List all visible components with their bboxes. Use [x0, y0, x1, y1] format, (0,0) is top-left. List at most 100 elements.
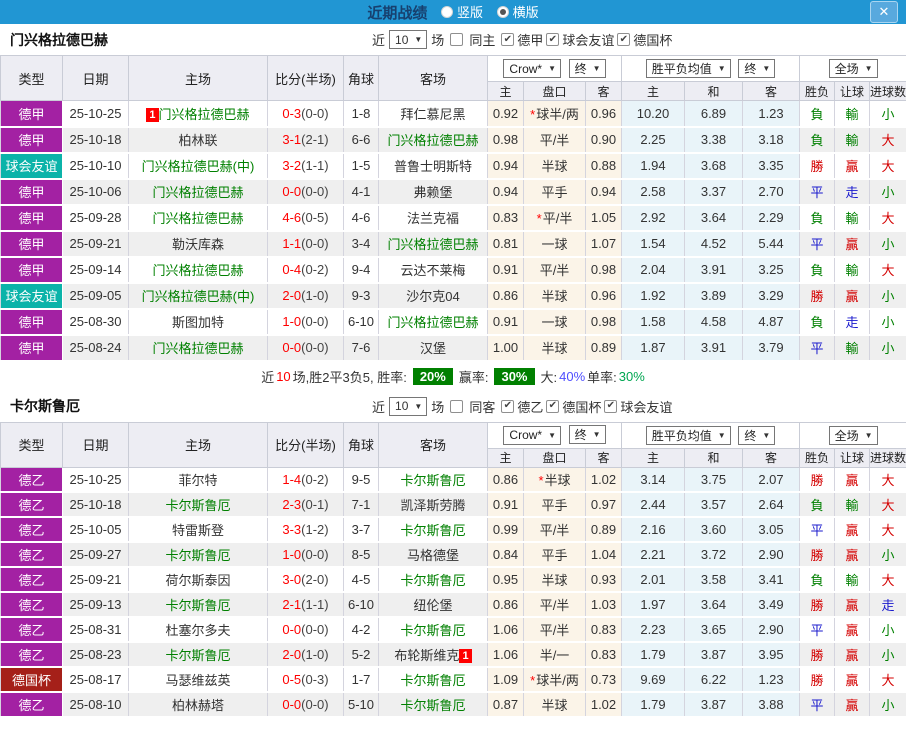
team-label: 法兰克福 [407, 211, 459, 226]
layout-radio-horizontal[interactable]: 横版 [497, 2, 539, 21]
odds-source-select[interactable]: Crow*▼ [503, 59, 561, 78]
away-team: 纽伦堡 [379, 592, 488, 617]
team-label: 普鲁士明斯特 [394, 159, 472, 174]
away-team: 凯泽斯劳腾 [379, 492, 488, 517]
handicap: 半球 [524, 335, 586, 361]
avg-win: 2.21 [622, 542, 685, 567]
odds-time-select[interactable]: 终▼ [569, 59, 606, 78]
competition-badge: 球会友谊 [1, 153, 63, 179]
fulltime-score: 0-3 [282, 106, 301, 121]
same-venue-checkbox[interactable] [450, 33, 463, 46]
handicap: *球半/两 [524, 667, 586, 692]
league-checkbox-2[interactable] [604, 400, 617, 413]
home-team: 柏林联 [129, 127, 268, 153]
corners: 7-1 [344, 492, 379, 517]
team-label: 布轮斯维克 [394, 648, 459, 663]
match-row: 德甲25-08-30斯图加特1-0(0-0)6-10门兴格拉德巴赫0.91一球0… [1, 309, 906, 335]
home-team: 卡尔斯鲁厄 [129, 542, 268, 567]
close-button[interactable]: ✕ [870, 1, 898, 23]
away-team: 卡尔斯鲁厄 [379, 467, 488, 492]
titlebar-center: 近期战绩 竖版 横版 [367, 2, 538, 23]
section-header: 门兴格拉德巴赫 近 10 ▼ 场 同主 德甲球会友谊德国杯 [0, 24, 906, 55]
radio-label: 横版 [513, 2, 539, 21]
score-cell: 1-1(0-0) [268, 231, 344, 257]
games-count-select[interactable]: 10 ▼ [389, 397, 427, 416]
col-header-home: 主场 [129, 56, 268, 101]
result-handicap: 輸 [835, 492, 870, 517]
league-checkbox-2[interactable] [617, 33, 630, 46]
period-select[interactable]: 全场▼ [829, 426, 878, 445]
result-goals: 小 [870, 283, 906, 309]
result-winloss: 負 [800, 257, 835, 283]
avg-lose: 3.79 [743, 335, 800, 361]
avg-win: 1.94 [622, 153, 685, 179]
avg-time-select[interactable]: 终▼ [738, 426, 775, 445]
odds-time-select[interactable]: 终▼ [569, 425, 606, 444]
handicap: 平/半 [524, 127, 586, 153]
team-label: 卡尔斯鲁厄 [400, 698, 465, 713]
same-venue-checkbox[interactable] [450, 400, 463, 413]
result-goals: 大 [870, 667, 906, 692]
odds-home: 0.84 [488, 542, 524, 567]
away-team: 门兴格拉德巴赫 [379, 127, 488, 153]
close-icon: ✕ [879, 4, 890, 19]
team-label: 斯图加特 [172, 315, 224, 330]
team-label: 卡尔斯鲁厄 [400, 673, 465, 688]
near-label: 近 [372, 30, 385, 49]
league-checkbox-0[interactable] [501, 400, 514, 413]
avg-time-value: 终 [744, 60, 756, 77]
avg-lose: 1.23 [743, 101, 800, 127]
team-section-karlsruhe: 卡尔斯鲁厄 近 10 ▼ 场 同客 德乙德国杯球会友谊 类型 日期 主场 比分(… [0, 391, 906, 719]
avg-type-select[interactable]: 胜平负均值▼ [646, 59, 731, 78]
score-cell: 1-0(0-0) [268, 542, 344, 567]
summary-games: 10 [276, 369, 290, 384]
result-goals: 小 [870, 542, 906, 567]
avg-group-header: 胜平负均值▼ 终▼ [622, 422, 800, 448]
result-goals: 小 [870, 309, 906, 335]
avg-win: 1.79 [622, 692, 685, 717]
handicap: *平/半 [524, 205, 586, 231]
league-checkbox-1[interactable] [546, 400, 559, 413]
league-checkbox-1[interactable] [546, 33, 559, 46]
fulltime-score: 4-6 [282, 210, 301, 225]
matches-table: 类型 日期 主场 比分(半场) 角球 客场 Crow*▼ 终▼ 胜平负均值▼ 终… [0, 55, 906, 362]
avg-lose: 3.95 [743, 642, 800, 667]
sub-header-avg-lose: 客 [743, 448, 800, 467]
match-row: 德乙25-10-05特雷斯登3-3(1-2)3-7卡尔斯鲁厄0.99平/半0.8… [1, 517, 906, 542]
layout-radio-vertical[interactable]: 竖版 [441, 2, 483, 21]
result-winloss: 負 [800, 205, 835, 231]
handicap: *球半/两 [524, 101, 586, 127]
result-winloss: 勝 [800, 592, 835, 617]
star-icon: * [538, 473, 543, 488]
result-winloss: 負 [800, 101, 835, 127]
result-handicap: 贏 [835, 617, 870, 642]
score-cell: 0-0(0-0) [268, 692, 344, 717]
avg-win: 1.92 [622, 283, 685, 309]
avg-lose: 2.64 [743, 492, 800, 517]
odds-source-select[interactable]: Crow*▼ [503, 426, 561, 445]
score-cell: 0-4(0-2) [268, 257, 344, 283]
avg-type-value: 胜平负均值 [652, 427, 712, 444]
result-goals: 走 [870, 592, 906, 617]
league-checkbox-0[interactable] [501, 33, 514, 46]
odds-group-header: Crow*▼ 终▼ [488, 422, 622, 448]
games-count-select[interactable]: 10 ▼ [389, 30, 427, 49]
avg-type-select[interactable]: 胜平负均值▼ [646, 426, 731, 445]
col-header-corners: 角球 [344, 56, 379, 101]
fulltime-score: 2-3 [282, 497, 301, 512]
sub-header-odds-home: 主 [488, 82, 524, 101]
summary-bar: 近 10 场,胜2平3负5, 胜率: 20% 赢率: 30% 大: 40% 单率… [0, 362, 906, 391]
dropdown-arrow-icon: ▼ [548, 64, 556, 73]
team-label: 卡尔斯鲁厄 [165, 548, 230, 563]
period-select[interactable]: 全场▼ [829, 59, 878, 78]
corners: 4-6 [344, 205, 379, 231]
avg-draw: 4.58 [685, 309, 743, 335]
avg-lose: 1.23 [743, 667, 800, 692]
match-row: 德甲25-08-24门兴格拉德巴赫0-0(0-0)7-6汉堡1.00半球0.89… [1, 335, 906, 361]
avg-draw: 3.91 [685, 257, 743, 283]
home-team: 卡尔斯鲁厄 [129, 492, 268, 517]
competition-badge: 德乙 [1, 492, 63, 517]
team-label: 凯泽斯劳腾 [400, 498, 465, 513]
avg-time-select[interactable]: 终▼ [738, 59, 775, 78]
team-label: 门兴格拉德巴赫 [159, 107, 250, 122]
